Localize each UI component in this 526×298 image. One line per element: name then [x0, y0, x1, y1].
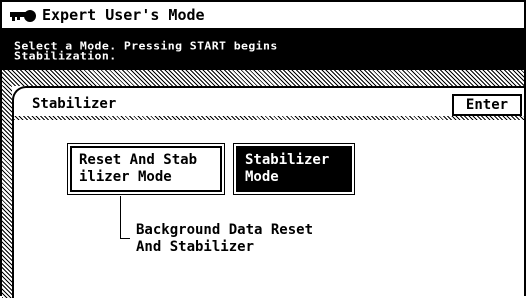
window-frame: Expert User's Mode Select a Mode. Pressi…	[0, 0, 526, 298]
enter-button[interactable]: Enter	[452, 94, 522, 116]
connector-line-horizontal	[120, 238, 130, 239]
reset-and-stabilizer-mode-button[interactable]: Reset And Stab ilizer Mode	[67, 143, 225, 195]
window-title: Expert User's Mode	[42, 6, 205, 24]
header-hatch-divider	[14, 116, 524, 120]
hatched-side-border	[2, 86, 12, 298]
panel-header: Stabilizer Enter	[14, 88, 524, 116]
title-bar: Expert User's Mode	[2, 2, 524, 30]
instruction-message: Select a Mode. Pressing START begins Sta…	[14, 39, 278, 63]
stabilizer-panel: Stabilizer Enter Reset And Stab ilizer M…	[12, 86, 524, 298]
mode-description: Background Data Reset And Stabilizer	[136, 222, 314, 255]
hatched-divider	[2, 70, 524, 86]
connector-line-vertical	[120, 196, 121, 238]
message-bar: Select a Mode. Pressing START begins Sta…	[2, 30, 524, 70]
stabilizer-mode-button[interactable]: Stabilizer Mode	[233, 143, 355, 195]
panel-title: Stabilizer	[32, 96, 117, 112]
key-icon	[10, 10, 36, 22]
